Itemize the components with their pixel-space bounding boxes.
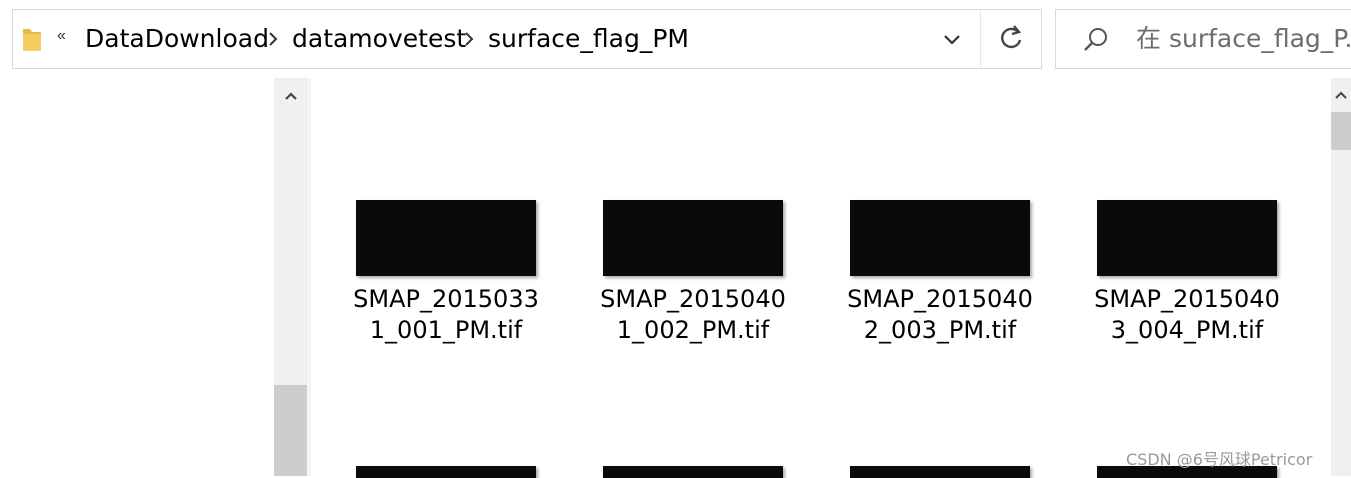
file-thumbnail[interactable] bbox=[603, 466, 783, 478]
file-name[interactable]: SMAP_20150331_001_PM.tif bbox=[351, 284, 541, 346]
file-item[interactable]: SMAP_20150401_002_PM.tif bbox=[598, 200, 788, 350]
file-item[interactable]: SMAP_20150402_003_PM.tif bbox=[845, 200, 1035, 350]
watermark: CSDN @6号风球Petricor bbox=[1126, 450, 1313, 469]
scroll-up-icon[interactable] bbox=[1333, 86, 1349, 104]
file-thumbnail[interactable] bbox=[356, 466, 536, 478]
scroll-up-icon[interactable] bbox=[281, 86, 301, 106]
explorer-toolbar: « DataDownload datamovetest surface_flag… bbox=[0, 0, 1351, 78]
scrollbar-thumb[interactable] bbox=[1331, 112, 1351, 150]
file-item[interactable] bbox=[598, 466, 788, 478]
file-thumbnail[interactable] bbox=[356, 200, 536, 276]
folder-icon bbox=[23, 29, 41, 51]
file-thumbnail[interactable] bbox=[850, 200, 1030, 276]
file-item[interactable]: SMAP_20150403_004_PM.tif bbox=[1092, 200, 1282, 350]
navigation-pane-scrollbar[interactable] bbox=[274, 78, 307, 476]
file-item[interactable] bbox=[845, 466, 1035, 478]
file-thumbnail[interactable] bbox=[1097, 200, 1277, 276]
breadcrumb-item-datadownload[interactable]: DataDownload bbox=[85, 24, 269, 54]
chevron-down-icon[interactable] bbox=[930, 10, 980, 68]
file-item[interactable]: SMAP_20150331_001_PM.tif bbox=[351, 200, 541, 350]
search-input[interactable]: 在 surface_flag_P... bbox=[1136, 24, 1351, 54]
breadcrumb-more-button[interactable]: « bbox=[57, 27, 66, 45]
file-name[interactable]: SMAP_20150403_004_PM.tif bbox=[1092, 284, 1282, 346]
scrollbar-thumb[interactable] bbox=[274, 385, 307, 476]
chevron-right-icon[interactable] bbox=[459, 29, 479, 49]
breadcrumb-item-datamovetest[interactable]: datamovetest bbox=[292, 24, 466, 54]
search-icon bbox=[1084, 28, 1107, 51]
breadcrumb-item-surface-flag-pm[interactable]: surface_flag_PM bbox=[488, 24, 689, 54]
file-thumbnail[interactable] bbox=[603, 200, 783, 276]
content-scrollbar[interactable] bbox=[1331, 78, 1351, 476]
address-bar[interactable]: « DataDownload datamovetest surface_flag… bbox=[12, 9, 1042, 69]
file-thumbnail[interactable] bbox=[850, 466, 1030, 478]
pane-divider bbox=[307, 78, 311, 476]
refresh-icon[interactable] bbox=[981, 10, 1041, 68]
file-name[interactable]: SMAP_20150401_002_PM.tif bbox=[598, 284, 788, 346]
search-box[interactable]: 在 surface_flag_P... bbox=[1055, 9, 1351, 69]
file-item[interactable] bbox=[351, 466, 541, 478]
file-name[interactable]: SMAP_20150402_003_PM.tif bbox=[845, 284, 1035, 346]
chevron-right-icon[interactable] bbox=[263, 29, 283, 49]
